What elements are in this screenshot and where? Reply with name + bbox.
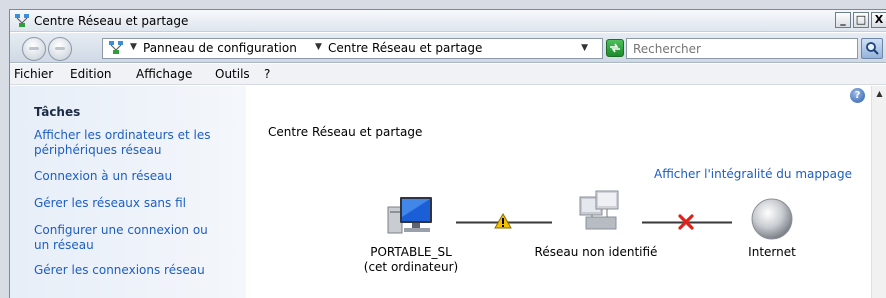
computer-subtitle: (cet ordinateur): [363, 260, 459, 274]
close-button[interactable]: X: [871, 12, 886, 28]
sidebar-link-setup-connection[interactable]: Configurer une connexion ou un réseau: [34, 223, 224, 253]
computer-node[interactable]: [386, 193, 436, 237]
menu-outils[interactable]: Outils: [215, 67, 250, 81]
address-field[interactable]: ▼ Panneau de configuration ▼ Centre Rése…: [102, 38, 603, 59]
vertical-scrollbar[interactable]: ▲: [871, 86, 886, 298]
search-button[interactable]: [861, 38, 883, 59]
forward-button[interactable]: [48, 37, 72, 61]
back-button[interactable]: [22, 37, 46, 61]
refresh-button[interactable]: [606, 39, 624, 57]
task-sidebar: Tâches Afficher les ordinateurs et les p…: [10, 86, 246, 298]
window: Centre Réseau et partage _ □ X ▼ Panneau…: [9, 9, 886, 298]
search-field[interactable]: [626, 38, 858, 59]
breadcrumb-arrow-icon[interactable]: ▼: [315, 42, 322, 52]
title-bar: Centre Réseau et partage _ □ X: [10, 10, 886, 32]
sidebar-link-view-computers[interactable]: Afficher les ordinateurs et les périphér…: [34, 128, 234, 158]
minimize-button[interactable]: _: [835, 12, 851, 28]
unidentified-network-icon: [579, 190, 619, 230]
network-center-icon: [109, 41, 123, 54]
network-center-icon: [15, 14, 29, 27]
page-title: Centre Réseau et partage: [268, 125, 423, 139]
menu-affichage[interactable]: Affichage: [136, 67, 192, 81]
sidebar-link-connect[interactable]: Connexion à un réseau: [34, 169, 234, 184]
warning-icon[interactable]: [494, 213, 512, 229]
breadcrumb-item[interactable]: Centre Réseau et partage: [328, 41, 482, 55]
sidebar-link-manage-connections[interactable]: Gérer les connexions réseau: [34, 263, 234, 278]
sidebar-heading: Tâches: [34, 105, 81, 119]
breadcrumb-arrow-icon[interactable]: ▼: [130, 42, 137, 52]
search-input[interactable]: [633, 41, 853, 57]
network-node[interactable]: [576, 189, 622, 233]
internet-name: Internet: [748, 245, 796, 259]
network-name: Réseau non identifié: [534, 245, 658, 259]
internet-globe-icon: [751, 198, 793, 240]
main-content: Centre Réseau et partage Afficher l'inté…: [246, 86, 871, 298]
refresh-icon: [610, 43, 620, 53]
address-dropdown-icon[interactable]: ▼: [581, 43, 588, 53]
breadcrumb-item[interactable]: Panneau de configuration: [143, 41, 297, 55]
address-toolbar: ▼ Panneau de configuration ▼ Centre Rése…: [10, 33, 886, 63]
menu-edition[interactable]: Edition: [70, 67, 112, 81]
maximize-button[interactable]: □: [853, 12, 869, 28]
view-full-map-link[interactable]: Afficher l'intégralité du mappage: [654, 167, 852, 181]
computer-icon: [387, 197, 432, 234]
window-title: Centre Réseau et partage: [34, 14, 189, 28]
sidebar-link-wireless[interactable]: Gérer les réseaux sans fil: [34, 196, 234, 211]
help-icon[interactable]: ?: [850, 88, 865, 103]
computer-name: PORTABLE_SL: [370, 245, 452, 259]
search-icon: [866, 42, 879, 55]
menu-fichier[interactable]: Fichier: [14, 67, 53, 81]
disconnected-x-icon[interactable]: [678, 214, 694, 230]
scroll-up-icon[interactable]: ▲: [872, 86, 886, 101]
menu-bar: Fichier Edition Affichage Outils ?: [10, 64, 886, 85]
internet-node[interactable]: [750, 197, 794, 241]
menu-help[interactable]: ?: [264, 67, 270, 81]
